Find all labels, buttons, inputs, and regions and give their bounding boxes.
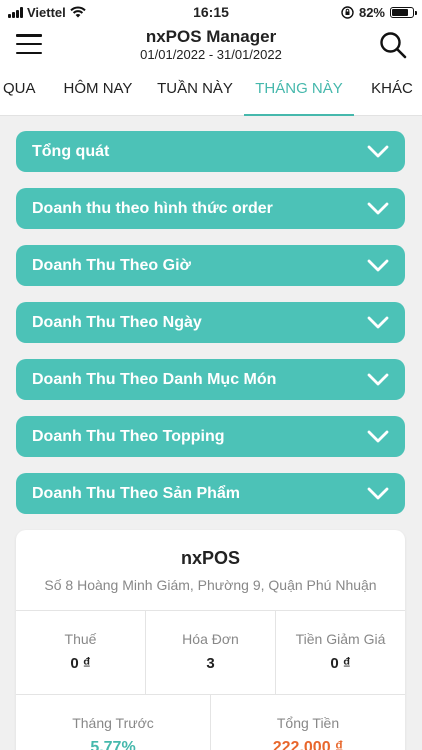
store-address: Số 8 Hoàng Minh Giám, Phường 9, Quận Phú…	[44, 577, 377, 593]
summary-card: nxPOS Số 8 Hoàng Minh Giám, Phường 9, Qu…	[16, 530, 405, 750]
section-label: Doanh thu theo hình thức order	[32, 199, 273, 217]
date-range: 01/01/2022 - 31/01/2022	[140, 47, 282, 62]
tax-label: Thuế	[64, 631, 97, 647]
tax-value: 0 ₫	[70, 655, 91, 672]
battery-icon	[390, 6, 417, 18]
period-tabs: QUA HÔM NAY TUẦN NÀY THÁNG NÀY KHÁC	[0, 66, 422, 116]
cell-signal-icon	[8, 6, 23, 18]
orientation-lock-icon	[341, 5, 354, 19]
discount-stat: Tiền Giảm Giá 0 ₫	[276, 611, 405, 694]
section-label: Tổng quát	[32, 142, 110, 160]
battery-percent: 82%	[358, 4, 385, 20]
summary-row: Thuế 0 ₫ Hóa Đơn 3 Tiền Giảm Giá 0 ₫	[16, 610, 405, 694]
section-label: Doanh Thu Theo Topping	[32, 427, 225, 445]
chevron-down-icon	[367, 316, 389, 328]
tax-stat: Thuế 0 ₫	[16, 611, 146, 694]
tab-yesterday[interactable]: QUA	[0, 66, 40, 116]
status-bar: Viettel 16:15 82%	[0, 0, 422, 24]
wifi-icon	[70, 6, 86, 18]
prev-month-stat: Tháng Trước 5.77%	[16, 695, 211, 750]
prev-month-label: Tháng Trước	[72, 715, 154, 731]
section-label: Doanh Thu Theo Danh Mục Món	[32, 370, 277, 388]
chevron-down-icon	[367, 487, 389, 499]
discount-value: 0 ₫	[330, 655, 351, 672]
chevron-down-icon	[367, 259, 389, 271]
app-title: nxPOS Manager	[145, 27, 277, 46]
total-label: Tổng Tiền	[276, 715, 340, 731]
invoice-stat: Hóa Đơn 3	[146, 611, 276, 694]
tab-this-month[interactable]: THÁNG NÀY	[244, 66, 354, 116]
section-overview[interactable]: Tổng quát	[16, 131, 405, 172]
tab-this-week[interactable]: TUẦN NÀY	[150, 66, 240, 116]
nav-bar: nxPOS Manager 01/01/2022 - 31/01/2022	[0, 24, 422, 66]
prev-month-value: 5.77%	[90, 739, 136, 750]
battery-level	[392, 8, 409, 16]
section-revenue-by-hour[interactable]: Doanh Thu Theo Giờ	[16, 245, 405, 286]
section-label: Doanh Thu Theo Sản Phẩm	[32, 484, 241, 502]
invoice-label: Hóa Đơn	[182, 631, 239, 647]
status-right: 82%	[274, 4, 417, 20]
section-label: Doanh Thu Theo Ngày	[32, 313, 202, 331]
clock: 16:15	[193, 4, 229, 20]
section-revenue-by-category[interactable]: Doanh Thu Theo Danh Mục Món	[16, 359, 405, 400]
tab-today[interactable]: HÔM NAY	[56, 66, 140, 116]
search-icon[interactable]	[378, 30, 408, 60]
chevron-down-icon	[367, 202, 389, 214]
tab-other[interactable]: KHÁC	[362, 66, 422, 116]
discount-label: Tiền Giảm Giá	[295, 631, 386, 647]
section-revenue-by-order-type[interactable]: Doanh thu theo hình thức order	[16, 188, 405, 229]
section-revenue-by-product[interactable]: Doanh Thu Theo Sản Phẩm	[16, 473, 405, 514]
total-value: 222.000 ₫	[272, 739, 344, 750]
summary-row: Tháng Trước 5.77% Tổng Tiền 222.000 ₫	[16, 694, 405, 750]
carrier-name: Viettel	[27, 4, 66, 20]
store-name: nxPOS	[180, 548, 241, 568]
invoice-value: 3	[206, 655, 215, 672]
section-label: Doanh Thu Theo Giờ	[32, 256, 191, 274]
section-revenue-by-topping[interactable]: Doanh Thu Theo Topping	[16, 416, 405, 457]
chevron-down-icon	[367, 373, 389, 385]
chevron-down-icon	[367, 145, 389, 157]
total-stat: Tổng Tiền 222.000 ₫	[211, 695, 405, 750]
section-revenue-by-day[interactable]: Doanh Thu Theo Ngày	[16, 302, 405, 343]
chevron-down-icon	[367, 430, 389, 442]
status-left: Viettel	[8, 5, 148, 20]
